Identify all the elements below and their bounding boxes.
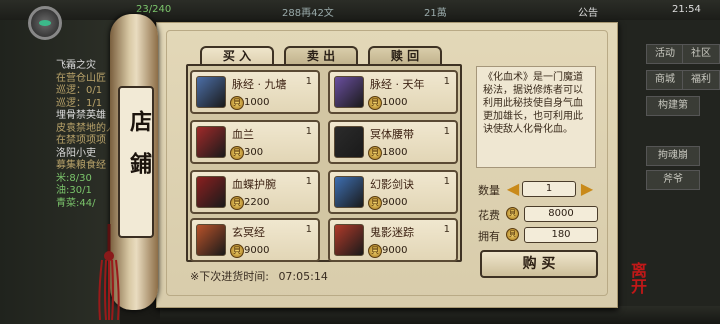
item-icon bbox=[196, 224, 226, 256]
coin-icon: 貝 bbox=[506, 207, 519, 220]
soul-button[interactable]: 拘魂崩 bbox=[646, 146, 700, 166]
axe-button[interactable]: 斧爷 bbox=[646, 170, 700, 190]
item-icon bbox=[196, 76, 226, 108]
item-name: 脉经 · 九塘 bbox=[232, 78, 287, 91]
coin-icon: 貝 bbox=[230, 146, 244, 160]
shop-item[interactable]: 玄冥经 1 貝 9000 bbox=[190, 218, 320, 262]
cost-label: 花费 bbox=[478, 209, 500, 222]
buy-button[interactable]: 购 买 bbox=[480, 250, 598, 278]
clock: 21:54 bbox=[672, 4, 701, 15]
item-price: 1800 bbox=[382, 147, 408, 158]
welfare-button[interactable]: 福利 bbox=[682, 70, 720, 90]
item-quantity: 1 bbox=[305, 126, 312, 137]
coin-icon: 貝 bbox=[230, 96, 244, 110]
item-name: 玄冥经 bbox=[232, 226, 265, 239]
top-status-bar: 23/240 288再42文 21萬 公告 21:54 bbox=[0, 0, 720, 20]
shop-item[interactable]: 血兰 1 貝 300 bbox=[190, 120, 320, 164]
exp-counter: 23/240 bbox=[136, 4, 172, 15]
shop-title: 店鋪 bbox=[126, 110, 151, 194]
owned-label: 拥有 bbox=[478, 230, 500, 243]
item-price: 1000 bbox=[244, 97, 270, 108]
item-icon bbox=[334, 176, 364, 208]
quantity-label: 数量 bbox=[478, 184, 500, 197]
item-price: 2200 bbox=[244, 197, 270, 208]
restock-timer: ※下次进货时间: 07:05:14 bbox=[190, 268, 328, 284]
shop-item[interactable]: 脉经 · 九塘 1 貝 1000 bbox=[190, 70, 320, 114]
quest-line[interactable]: 青菜:44/ bbox=[56, 194, 95, 209]
item-quantity: 1 bbox=[443, 126, 450, 137]
item-icon bbox=[196, 126, 226, 158]
item-price: 9000 bbox=[382, 197, 408, 208]
item-icon bbox=[196, 176, 226, 208]
item-price: 300 bbox=[244, 147, 264, 158]
item-icon bbox=[334, 126, 364, 158]
coin-icon: 貝 bbox=[230, 196, 244, 210]
item-name: 血蝶护腕 bbox=[232, 178, 276, 191]
item-name: 鬼影迷踪 bbox=[370, 226, 414, 239]
owned-value: 180 bbox=[524, 227, 598, 243]
bottom-action-bar bbox=[160, 306, 720, 324]
coin-icon: 貝 bbox=[368, 96, 382, 110]
item-quantity: 1 bbox=[305, 224, 312, 235]
shop-title-plaque: 店鋪 bbox=[118, 86, 154, 238]
mall-button[interactable]: 商城 bbox=[646, 70, 684, 90]
coin-icon: 貝 bbox=[368, 146, 382, 160]
restock-label: ※下次进货时间: bbox=[190, 270, 269, 283]
tab-redeem[interactable]: 赎 回 bbox=[368, 46, 442, 66]
item-price: 9000 bbox=[244, 245, 270, 256]
coin-icon: 貝 bbox=[230, 244, 244, 258]
leave-stamp[interactable]: 离开 bbox=[618, 262, 647, 302]
coin-icon: 貝 bbox=[368, 244, 382, 258]
shop-item[interactable]: 冥体腰带 1 貝 1800 bbox=[328, 120, 458, 164]
item-price: 9000 bbox=[382, 245, 408, 256]
avatar-eye-icon bbox=[39, 20, 51, 26]
item-price: 1000 bbox=[382, 97, 408, 108]
item-quantity: 1 bbox=[443, 224, 450, 235]
coin-icon: 貝 bbox=[506, 228, 519, 241]
item-name: 血兰 bbox=[232, 128, 254, 141]
item-quantity: 1 bbox=[305, 176, 312, 187]
community-button[interactable]: 社区 bbox=[682, 44, 720, 64]
tassel-icon bbox=[98, 224, 120, 320]
activity-button[interactable]: 活动 bbox=[646, 44, 684, 64]
item-quantity: 1 bbox=[443, 76, 450, 87]
decrease-quantity-icon[interactable]: ◀ bbox=[506, 180, 520, 198]
item-description: 《化血术》是一门魔道秘法，据说修炼者可以利用此秘技使自身气血更加雄长，也可利用此… bbox=[476, 66, 596, 168]
item-icon bbox=[334, 76, 364, 108]
item-name: 冥体腰带 bbox=[370, 128, 414, 141]
tab-sell[interactable]: 卖 出 bbox=[284, 46, 358, 66]
shop-item[interactable]: 鬼影迷踪 1 貝 9000 bbox=[328, 218, 458, 262]
shop-item[interactable]: 幻影剑诀 1 貝 9000 bbox=[328, 170, 458, 214]
item-icon bbox=[334, 224, 364, 256]
item-name: 幻影剑诀 bbox=[370, 178, 414, 191]
item-name: 脉经 · 天年 bbox=[370, 78, 425, 91]
notice-button[interactable]: 公告 bbox=[578, 4, 598, 19]
increase-quantity-icon[interactable]: ▶ bbox=[580, 180, 594, 198]
item-quantity: 1 bbox=[305, 76, 312, 87]
shop-item[interactable]: 血蝶护腕 1 貝 2200 bbox=[190, 170, 320, 214]
coin-icon: 貝 bbox=[368, 196, 382, 210]
copper-counter: 21萬 bbox=[424, 8, 447, 19]
quantity-input[interactable]: 1 bbox=[522, 181, 576, 197]
restock-time: 07:05:14 bbox=[278, 270, 328, 283]
silver-counter: 288再42文 bbox=[282, 8, 334, 19]
player-avatar[interactable] bbox=[28, 6, 62, 40]
item-quantity: 1 bbox=[443, 176, 450, 187]
tab-buy[interactable]: 买 入 bbox=[200, 46, 274, 66]
build-button[interactable]: 构建第 bbox=[646, 96, 700, 116]
shop-item[interactable]: 脉经 · 天年 1 貝 1000 bbox=[328, 70, 458, 114]
cost-value: 8000 bbox=[524, 206, 598, 222]
